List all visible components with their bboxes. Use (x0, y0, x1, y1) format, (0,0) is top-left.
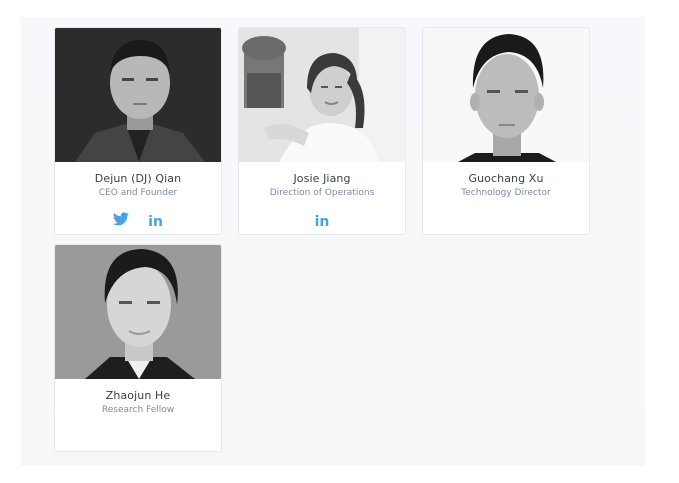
linkedin-icon[interactable]: in (148, 211, 163, 230)
member-role: Direction of Operations (269, 188, 375, 198)
member-name: Zhaojun He (105, 389, 171, 402)
team-member-card: Zhaojun He Research Fellow (54, 244, 222, 452)
member-role: Technology Director (461, 188, 551, 198)
team-member-card: Dejun (DJ) Qian CEO and Founder in (54, 27, 222, 235)
twitter-icon[interactable] (113, 211, 130, 230)
member-photo (423, 28, 589, 162)
member-photo (55, 28, 221, 162)
team-section: Dejun (DJ) Qian CEO and Founder in Josie… (21, 17, 645, 466)
member-photo (55, 245, 221, 379)
team-member-card: Guochang Xu Technology Director (422, 27, 590, 235)
team-member-card: Josie Jiang Direction of Operations in (238, 27, 406, 235)
member-name: Josie Jiang (293, 172, 351, 185)
member-name: Guochang Xu (468, 172, 544, 185)
social-links: in (55, 210, 221, 229)
member-photo (239, 28, 405, 162)
member-role: CEO and Founder (98, 188, 178, 198)
linkedin-icon[interactable]: in (315, 211, 330, 230)
member-name: Dejun (DJ) Qian (94, 172, 182, 185)
social-links: in (239, 210, 405, 229)
member-role: Research Fellow (101, 405, 175, 415)
